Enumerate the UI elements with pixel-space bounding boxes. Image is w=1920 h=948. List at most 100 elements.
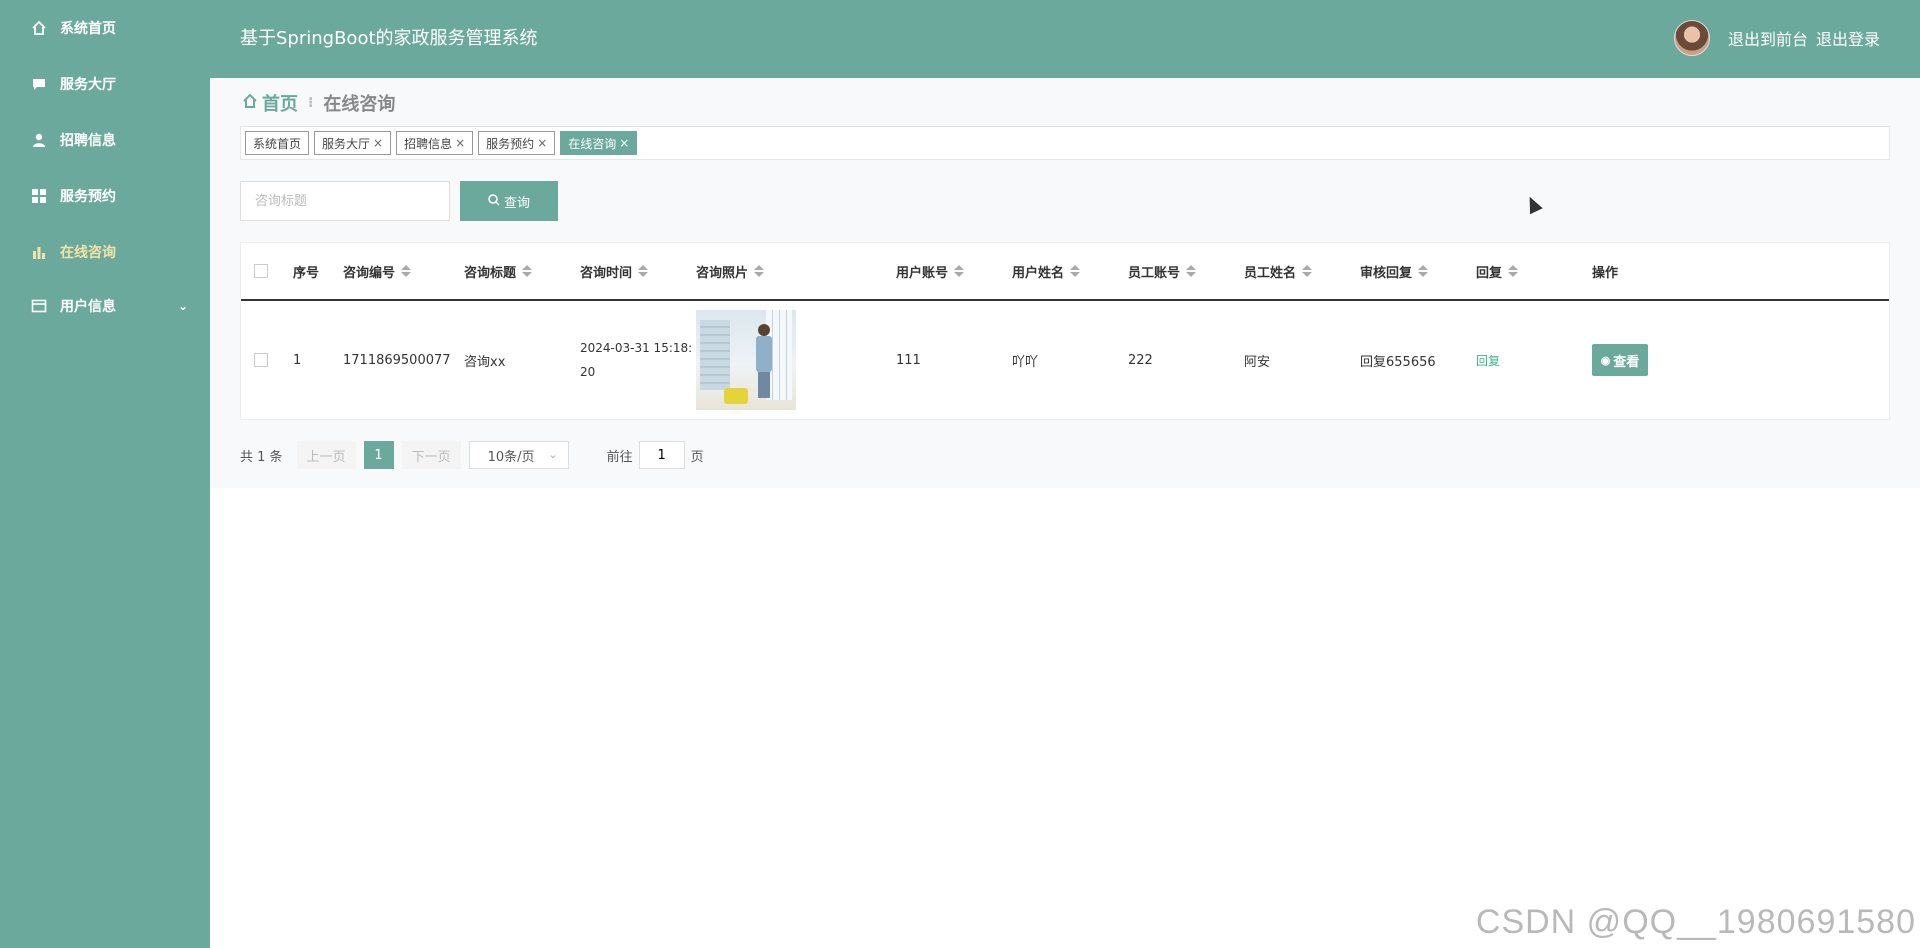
sort-consult-no[interactable]: 咨询编号 xyxy=(343,262,412,281)
close-icon[interactable]: × xyxy=(455,136,465,150)
sort-photo[interactable]: 咨询照片 xyxy=(696,262,765,281)
pagination: 共 1 条 上一页 1 下一页 10条/页 ⌄ 前往 页 xyxy=(240,440,704,470)
app-title: 基于SpringBoot的家政服务管理系统 xyxy=(240,28,538,49)
cell-staff-account: 222 xyxy=(1128,352,1153,368)
sidebar-item-consultation[interactable]: 在线咨询 xyxy=(0,224,210,280)
main-content: 首页 ⁝ 在线咨询 系统首页 服务大厅 × 招聘信息 × 服务预约 × 在线咨询… xyxy=(210,78,1920,488)
select-all-checkbox[interactable] xyxy=(254,264,268,278)
sort-review-reply[interactable]: 审核回复 xyxy=(1360,262,1429,281)
data-table: 序号 咨询编号 咨询标题 咨询时间 咨询照片 用户账号 用户姓名 员工账号 员工… xyxy=(240,242,1890,420)
page-size-select[interactable]: 10条/页 ⌄ xyxy=(468,441,569,469)
back-to-front-link[interactable]: 退出到前台 xyxy=(1728,26,1808,50)
cell-review-reply: 回复655656 xyxy=(1360,354,1436,370)
sidebar-item-recruitment[interactable]: 招聘信息 xyxy=(0,112,210,168)
search-button-label: 查询 xyxy=(503,194,530,210)
home-icon xyxy=(242,93,258,114)
avatar[interactable] xyxy=(1673,20,1710,56)
cell-staff-name: 阿安 xyxy=(1244,354,1271,370)
header-actions: 退出到前台 退出登录 xyxy=(1673,20,1880,56)
tab-consultation[interactable]: 在线咨询 × xyxy=(560,131,638,155)
sort-icon xyxy=(1186,265,1197,277)
sort-icon xyxy=(638,265,649,277)
tab-recruitment[interactable]: 招聘信息 × xyxy=(396,131,474,155)
tab-label: 服务预约 xyxy=(486,136,535,151)
sidebar: 系统首页 服务大厅 招聘信息 服务预约 在线咨询 用户信息 ⌄ xyxy=(0,0,210,948)
goto-prefix: 前往 xyxy=(606,449,633,465)
sort-user-name[interactable]: 用户姓名 xyxy=(1012,262,1081,281)
logout-link[interactable]: 退出登录 xyxy=(1816,26,1880,50)
sort-reply[interactable]: 回复 xyxy=(1476,262,1519,281)
column-header: 用户账号 xyxy=(896,265,949,281)
sort-icon xyxy=(522,265,533,277)
sort-icon xyxy=(1418,265,1429,277)
cell-consult-no: 1711869500077 xyxy=(343,352,451,368)
sort-icon xyxy=(401,265,412,277)
prev-page-button[interactable]: 上一页 xyxy=(296,441,356,469)
breadcrumb-current: 在线咨询 xyxy=(323,94,396,115)
chat-icon xyxy=(30,75,48,93)
search-button[interactable]: 查询 xyxy=(460,181,558,221)
user-icon xyxy=(30,131,48,149)
table-row: 1 1711869500077 咨询xx 2024-03-31 15:18:20… xyxy=(241,301,1889,419)
sidebar-item-label: 服务大厅 xyxy=(60,77,116,93)
cell-user-account: 111 xyxy=(896,352,921,368)
consult-photo[interactable] xyxy=(696,310,796,410)
sort-staff-name[interactable]: 员工姓名 xyxy=(1244,262,1313,281)
breadcrumb-home[interactable]: 首页 xyxy=(262,90,298,116)
bar-chart-icon xyxy=(30,243,48,261)
search-input[interactable] xyxy=(240,181,450,221)
breadcrumb-separator: ⁝ xyxy=(308,95,314,111)
close-icon[interactable]: × xyxy=(537,136,547,150)
tab-label: 系统首页 xyxy=(253,136,302,151)
tabs-bar: 系统首页 服务大厅 × 招聘信息 × 服务预约 × 在线咨询 × xyxy=(240,126,1890,160)
card-icon xyxy=(30,297,48,315)
page-size-value: 10条/页 xyxy=(487,449,535,465)
sort-staff-account[interactable]: 员工账号 xyxy=(1128,262,1197,281)
sidebar-item-home[interactable]: 系统首页 xyxy=(0,0,210,56)
table-header-row: 序号 咨询编号 咨询标题 咨询时间 咨询照片 用户账号 用户姓名 员工账号 员工… xyxy=(241,243,1889,301)
chevron-down-icon: ⌄ xyxy=(548,448,558,461)
goto-page-input[interactable] xyxy=(638,441,685,469)
reply-link[interactable]: 回复 xyxy=(1476,352,1500,369)
column-header: 操作 xyxy=(1592,265,1619,281)
cell-index: 1 xyxy=(293,352,302,368)
sidebar-item-label: 用户信息 xyxy=(60,299,116,315)
sort-icon xyxy=(1302,265,1313,277)
sidebar-item-user-info[interactable]: 用户信息 ⌄ xyxy=(0,278,210,334)
close-icon[interactable]: × xyxy=(619,136,629,150)
view-button-label: 查看 xyxy=(1613,353,1640,369)
column-header: 咨询编号 xyxy=(343,265,396,281)
sort-icon xyxy=(754,265,765,277)
sidebar-item-label: 服务预约 xyxy=(60,189,116,205)
tab-home[interactable]: 系统首页 xyxy=(245,131,310,155)
tab-booking[interactable]: 服务预约 × xyxy=(478,131,556,155)
cell-user-name: 吖吖 xyxy=(1012,354,1039,370)
sort-title[interactable]: 咨询标题 xyxy=(464,262,533,281)
sidebar-item-service-hall[interactable]: 服务大厅 xyxy=(0,56,210,112)
column-header: 员工账号 xyxy=(1128,265,1181,281)
column-header: 咨询标题 xyxy=(464,265,517,281)
row-checkbox[interactable] xyxy=(254,353,268,367)
page-number[interactable]: 1 xyxy=(363,441,394,469)
grid-icon xyxy=(30,187,48,205)
sort-icon xyxy=(954,265,965,277)
tab-service-hall[interactable]: 服务大厅 × xyxy=(314,131,392,155)
close-icon[interactable]: × xyxy=(373,136,383,150)
sort-time[interactable]: 咨询时间 xyxy=(580,262,649,281)
sidebar-item-booking[interactable]: 服务预约 xyxy=(0,168,210,224)
next-page-button[interactable]: 下一页 xyxy=(401,441,461,469)
cell-time: 2024-03-31 15:18:20 xyxy=(580,341,693,379)
goto-suffix: 页 xyxy=(690,449,704,465)
chevron-down-icon: ⌄ xyxy=(177,299,188,313)
sort-user-account[interactable]: 用户账号 xyxy=(896,262,965,281)
sort-icon xyxy=(1070,265,1081,277)
tab-label: 招聘信息 xyxy=(404,136,453,151)
view-button[interactable]: ◉ 查看 xyxy=(1592,344,1648,376)
cell-title: 咨询xx xyxy=(464,354,506,370)
breadcrumb: 首页 ⁝ 在线咨询 xyxy=(242,90,395,116)
watermark: CSDN @QQ__1980691580 xyxy=(1475,903,1916,941)
column-header: 用户姓名 xyxy=(1012,265,1065,281)
tab-label: 服务大厅 xyxy=(322,136,371,151)
column-header: 审核回复 xyxy=(1360,265,1413,281)
sidebar-item-label: 系统首页 xyxy=(60,21,116,37)
